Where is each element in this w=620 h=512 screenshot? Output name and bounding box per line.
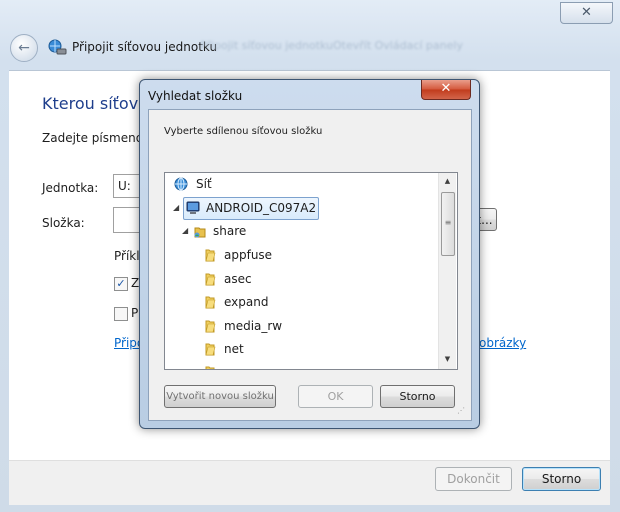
dialog-close-button[interactable]: ✕ (421, 80, 471, 100)
tree-item-expand[interactable]: expand (203, 291, 303, 313)
tree-item-asec[interactable]: asec (203, 268, 303, 290)
dialog-content: Vyberte sdílenou síťovou složku Síť ◢ AN… (148, 109, 472, 421)
folder-tree[interactable]: Síť ◢ ANDROID_C097A2 ◢ share appfuse ase… (164, 172, 458, 370)
drive-label: Jednotka: (42, 181, 99, 195)
dialog-cancel-button[interactable]: Storno (380, 385, 455, 408)
tree-item-label: share (213, 224, 247, 238)
scroll-up-arrow-icon[interactable]: ▲ (439, 173, 456, 190)
ok-button[interactable]: OK (298, 385, 373, 408)
folder-icon (205, 320, 216, 333)
close-icon: ✕ (440, 81, 452, 96)
new-folder-button[interactable]: Vytvořit novou složku (164, 385, 276, 408)
ghost-breadcrumb: Připojit síťovou jednotku (200, 39, 334, 52)
wizard-heading: Kterou síťov (42, 94, 139, 113)
wizard-footer (9, 460, 610, 505)
window-title: Připojit síťovou jednotku (72, 40, 218, 54)
tree-item-label: media_rw (224, 319, 283, 333)
tree-scrollbar[interactable]: ▲ ≡ ▼ (438, 173, 456, 369)
tree-item-android[interactable]: ANDROID_C097A2 (183, 197, 319, 220)
dialog-title: Vyhledat složku (148, 89, 243, 103)
collapse-arrow-icon[interactable]: ◢ (173, 197, 179, 219)
tree-item-label: net (224, 342, 244, 356)
collapse-arrow-icon[interactable]: ◢ (182, 220, 188, 242)
resize-grip-icon[interactable]: ⋰ (457, 406, 467, 416)
tree-item-media-rw[interactable]: media_rw (203, 315, 303, 337)
shared-folder-icon (194, 227, 206, 238)
folder-icon (205, 249, 216, 262)
reconnect-label: Z (131, 276, 140, 290)
folder-icon (205, 296, 216, 309)
tree-item-label: Síť (196, 177, 212, 191)
finish-button[interactable]: Dokončit (435, 467, 512, 491)
tree-item-share[interactable]: share (193, 220, 273, 242)
reconnect-checkbox[interactable]: ✓ (114, 277, 128, 291)
wizard-cancel-button[interactable]: Storno (522, 467, 601, 491)
dialog-description: Vyberte sdílenou síťovou složku (164, 126, 323, 137)
browse-folder-dialog: Vyhledat složku ✕ Vyberte sdílenou síťov… (139, 79, 480, 429)
tree-item-label: asec (224, 272, 252, 286)
tree-item-partial (203, 361, 303, 369)
tree-item-net[interactable]: net (203, 338, 303, 360)
instruction-text: Zadejte písmeno (42, 131, 144, 145)
close-icon: ✕ (581, 5, 592, 20)
tree-item-label: appfuse (224, 248, 273, 262)
tree-item-label: ANDROID_C097A2 (206, 201, 317, 215)
computer-icon (186, 201, 200, 214)
tree-item-label: expand (224, 295, 269, 309)
tree-item-appfuse[interactable]: appfuse (203, 244, 303, 266)
tree-item-network[interactable]: Síť (174, 173, 294, 195)
scroll-thumb[interactable]: ≡ (441, 192, 455, 256)
folder-icon (205, 366, 215, 369)
ghost-breadcrumb-2: Otevřít Ovládací panely (333, 39, 463, 52)
back-arrow-icon: ← (18, 40, 30, 56)
folder-icon (205, 273, 216, 286)
folder-icon (205, 343, 216, 356)
folder-label: Složka: (42, 216, 85, 230)
scroll-down-arrow-icon[interactable]: ▼ (439, 351, 456, 368)
network-drive-icon (48, 39, 67, 55)
window-close-button[interactable]: ✕ (560, 2, 613, 24)
network-icon (174, 177, 188, 191)
other-credentials-checkbox[interactable] (114, 307, 128, 321)
back-button[interactable]: ← (10, 34, 38, 62)
pictures-link[interactable]: obrázky (479, 336, 526, 350)
